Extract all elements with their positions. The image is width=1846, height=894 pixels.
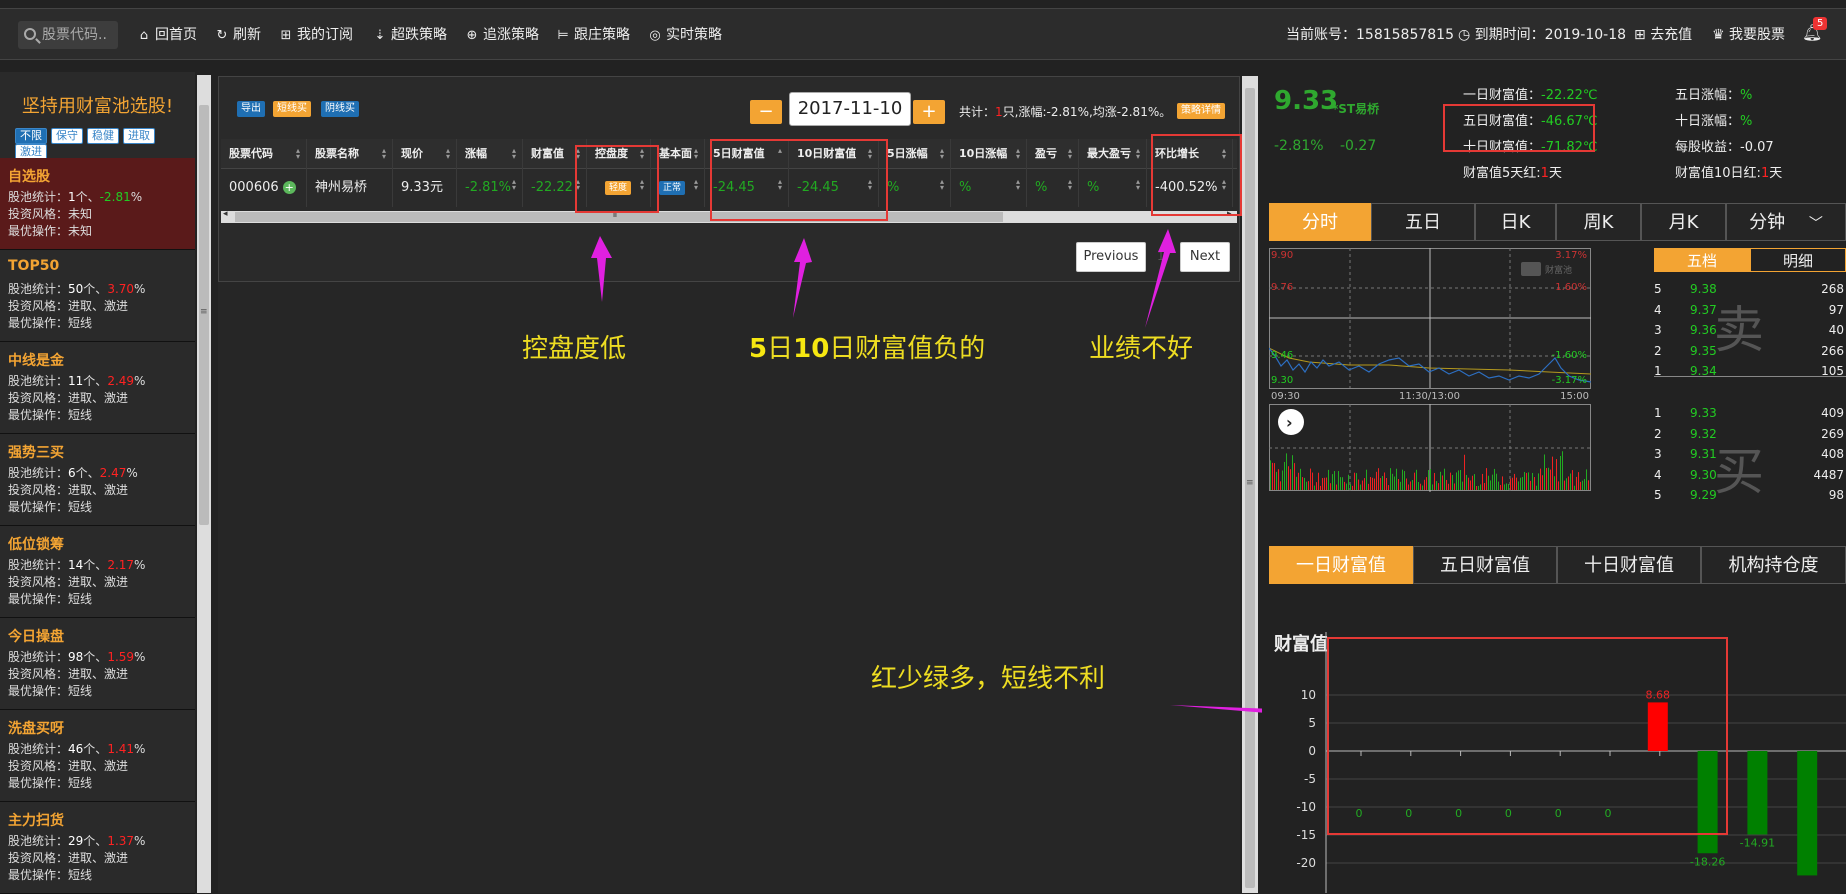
y-tick-label: -5 (1304, 772, 1316, 786)
stock-name: *ST易桥 (1332, 102, 1380, 116)
orderbook-row-buy: 2 9.32 269 (1654, 426, 1844, 441)
annotation-negative-wealth: 5日10日财富值负的 (749, 334, 986, 364)
price-scale-lower: 9.46 (1271, 350, 1294, 361)
orderbook-row-sell: 2 9.35 266 (1654, 343, 1844, 358)
intraday-svg: › (1268, 248, 1592, 492)
annotation-low-control: 控盘度低 (522, 334, 627, 364)
orderbook-row-buy: 4 9.30 4487 (1654, 467, 1844, 482)
tab-ticks[interactable]: 明细 (1750, 248, 1846, 272)
wealth-bar[interactable] (1747, 751, 1768, 835)
return-10d: 十日涨幅：% (1675, 114, 1753, 129)
highlight-bar-chart (1327, 637, 1728, 835)
chart-tab-0[interactable]: 分时 (1269, 203, 1371, 241)
return-5d: 五日涨幅：% (1675, 88, 1753, 103)
price-scale-upper: 9.76 (1271, 282, 1294, 293)
current-price: 9.33 (1274, 86, 1339, 116)
wealth-tabs: 一日财富值 五日财富值 十日财富值 机构持仓度 (1269, 546, 1846, 584)
chart-tab-5[interactable]: 分钟 ﹀ (1726, 203, 1846, 241)
chart-tab-4[interactable]: 月K (1641, 203, 1726, 241)
orderbook-row-sell: 5 9.38 268 (1654, 282, 1844, 296)
wealth-tab-1[interactable]: 五日财富值 (1413, 546, 1557, 584)
bar-value-label: -14.91 (1740, 836, 1775, 849)
y-tick-label: -10 (1296, 800, 1316, 814)
chart-tab-1[interactable]: 五日 (1371, 203, 1475, 241)
y-tick-label: 10 (1301, 688, 1316, 702)
orderbook-row-sell: 1 9.34 105 (1654, 364, 1844, 378)
pct-scale-top: 3.17% (1555, 250, 1587, 261)
change-percent: -2.81% (1274, 138, 1324, 154)
orderbook-row-sell: 3 9.36 40 (1654, 323, 1844, 337)
tab-five-levels[interactable]: 五档 (1654, 248, 1750, 272)
orderbook-row-buy: 3 9.31 408 (1654, 447, 1844, 461)
price-scale-bottom: 9.30 (1271, 375, 1294, 386)
chevron-down-icon: ﹀ (1808, 216, 1823, 232)
svg-text:›: › (1286, 413, 1293, 432)
y-tick-label: -20 (1296, 856, 1316, 870)
wealth-tab-0[interactable]: 一日财富值 (1269, 546, 1413, 584)
pct-scale-bottom: -3.17% (1551, 375, 1587, 386)
highlight-wealth-values (1443, 104, 1595, 152)
orderbook-row-buy: 1 9.33 409 (1654, 406, 1844, 420)
time-mid: 11:30/13:00 (1399, 391, 1461, 402)
annotation-poor-performance: 业绩不好 (1089, 334, 1194, 364)
y-tick-label: -15 (1296, 828, 1316, 842)
orderbook-row-buy: 5 9.29 98 (1654, 488, 1844, 502)
wealth-tab-3[interactable]: 机构持仓度 (1701, 546, 1846, 584)
wealth-tab-2[interactable]: 十日财富值 (1557, 546, 1701, 584)
intraday-chart: › 9.90 3.17% 9.76 1.60% 9.46 -1.60% 9.30… (1268, 248, 1592, 492)
wealth-1d: 一日财富值：-22.22℃ (1463, 88, 1598, 103)
red-days-5: 财富值5天红:1天 (1463, 166, 1562, 181)
pct-scale-lower: -1.60% (1551, 350, 1587, 361)
price-scale-top: 9.90 (1271, 250, 1294, 261)
chart-tab-2[interactable]: 日K (1475, 203, 1556, 241)
time-end: 15:00 (1560, 391, 1589, 402)
chart-tab-3[interactable]: 周K (1556, 203, 1641, 241)
eps: 每股收益：-0.07 (1675, 140, 1774, 155)
stock-detail-panel: 9.33 *ST易桥 -2.81% -0.27 一日财富值：-22.22℃ 五日… (1262, 72, 1846, 893)
watermark-logo: 财富池 (1545, 266, 1573, 276)
bar-value-label: -18.26 (1690, 855, 1725, 868)
wealth-bar[interactable] (1797, 751, 1818, 876)
pct-scale-upper: 1.60% (1555, 282, 1587, 293)
chart-period-tabs: 分时 五日 日K 周K 月K 分钟 ﹀ (1269, 203, 1846, 241)
annotation-red-few-green-many: 红少绿多，短线不利 (871, 664, 1106, 694)
red-days-10: 财富值10日红:1天 (1675, 166, 1783, 181)
orderbook-row-sell: 4 9.37 97 (1654, 302, 1844, 317)
change-amount: -0.27 (1340, 138, 1377, 154)
time-start: 09:30 (1271, 391, 1300, 402)
y-tick-label: 5 (1308, 716, 1316, 730)
orderbook-divider (1654, 376, 1846, 377)
y-tick-label: 0 (1308, 744, 1316, 758)
